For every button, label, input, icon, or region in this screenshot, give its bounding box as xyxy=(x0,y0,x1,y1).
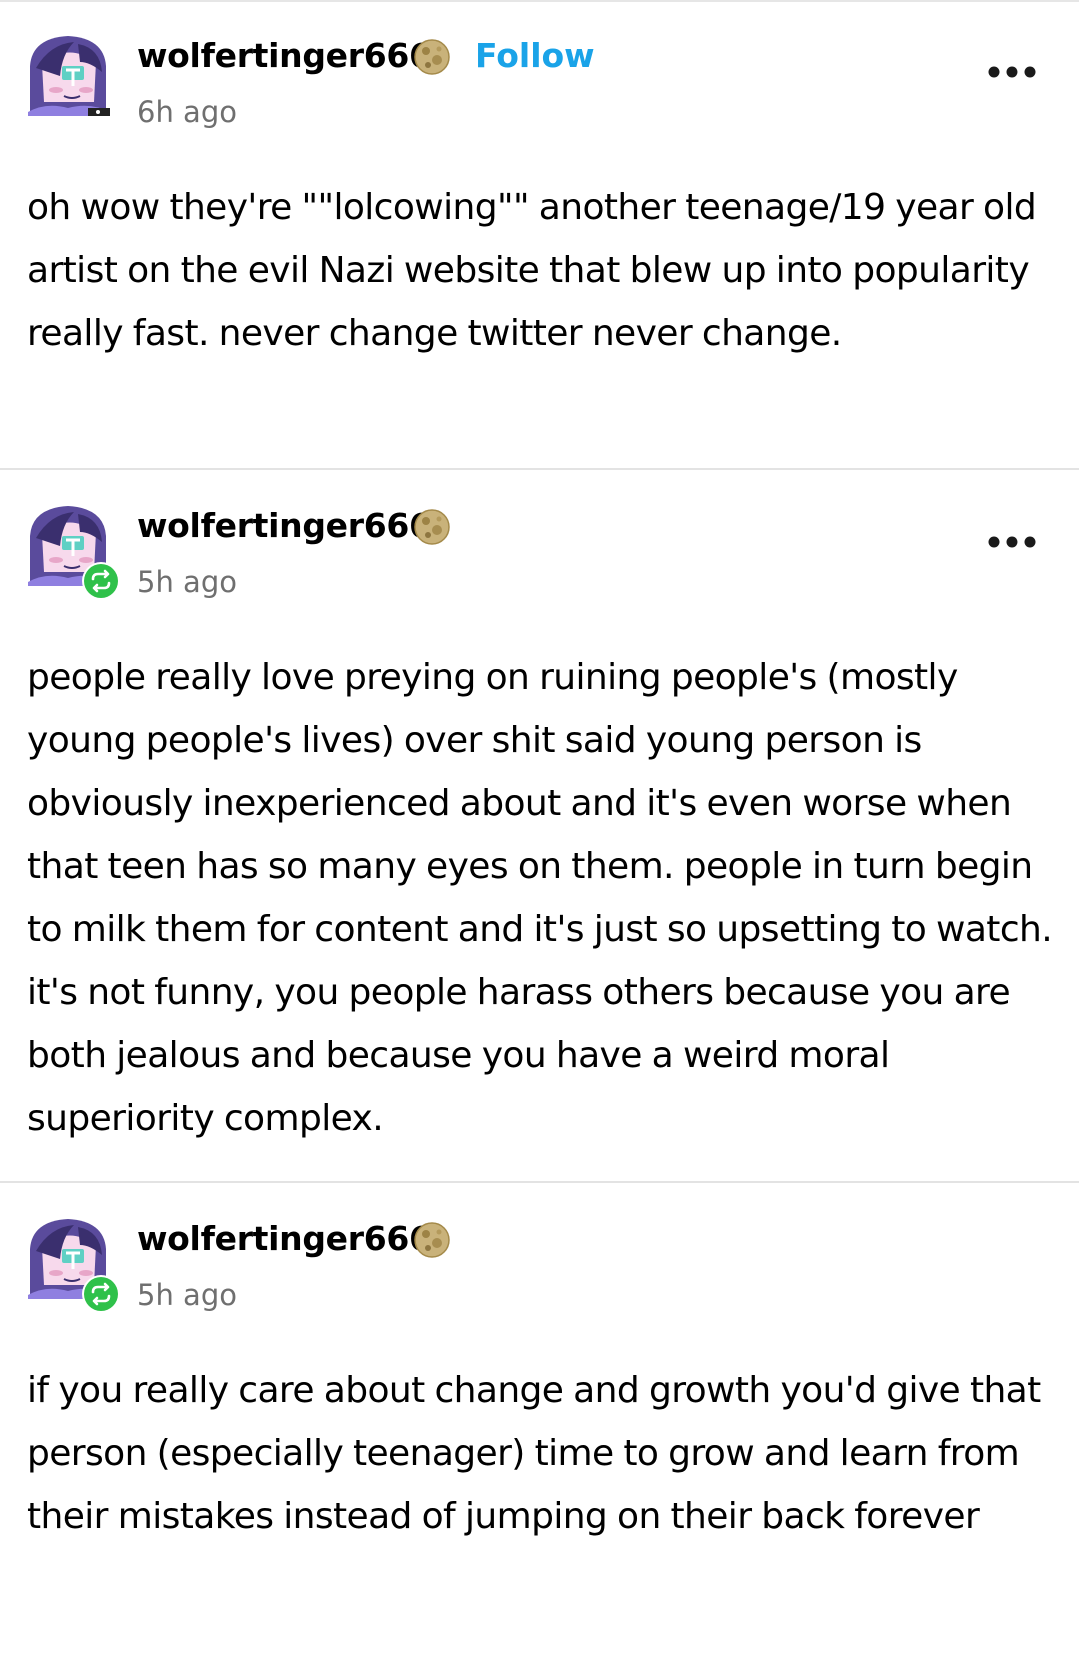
moon-icon xyxy=(413,38,451,76)
avatar[interactable] xyxy=(26,502,120,600)
post: wolfertinger666 5h ago people really lov… xyxy=(0,470,1079,1183)
post: wolfertinger666 Follow 6h ago oh wow the… xyxy=(0,0,1079,470)
username[interactable]: wolfertinger666 xyxy=(137,504,432,548)
avatar-image xyxy=(26,32,110,116)
avatar[interactable] xyxy=(26,1215,120,1313)
moon-icon xyxy=(413,1221,451,1259)
reblog-icon xyxy=(82,562,120,600)
avatar[interactable] xyxy=(26,32,110,116)
post-body: oh wow they're ""lolcowing"" another tee… xyxy=(27,187,1037,354)
post-timestamp: 5h ago xyxy=(137,565,237,599)
moon-icon xyxy=(413,508,451,546)
username[interactable]: wolfertinger666 xyxy=(137,34,432,78)
post-body: people really love preying on ruining pe… xyxy=(27,657,1053,1139)
more-options-icon[interactable] xyxy=(986,64,1038,80)
follow-button[interactable]: Follow xyxy=(475,34,595,78)
post-timestamp: 6h ago xyxy=(137,95,237,129)
reblog-icon xyxy=(82,1275,120,1313)
post: wolfertinger666 5h ago if you really car… xyxy=(0,1183,1079,1674)
username[interactable]: wolfertinger666 xyxy=(137,1217,432,1261)
post-timestamp: 5h ago xyxy=(137,1278,237,1312)
more-options-icon[interactable] xyxy=(986,534,1038,550)
post-body: if you really care about change and grow… xyxy=(27,1370,1041,1537)
